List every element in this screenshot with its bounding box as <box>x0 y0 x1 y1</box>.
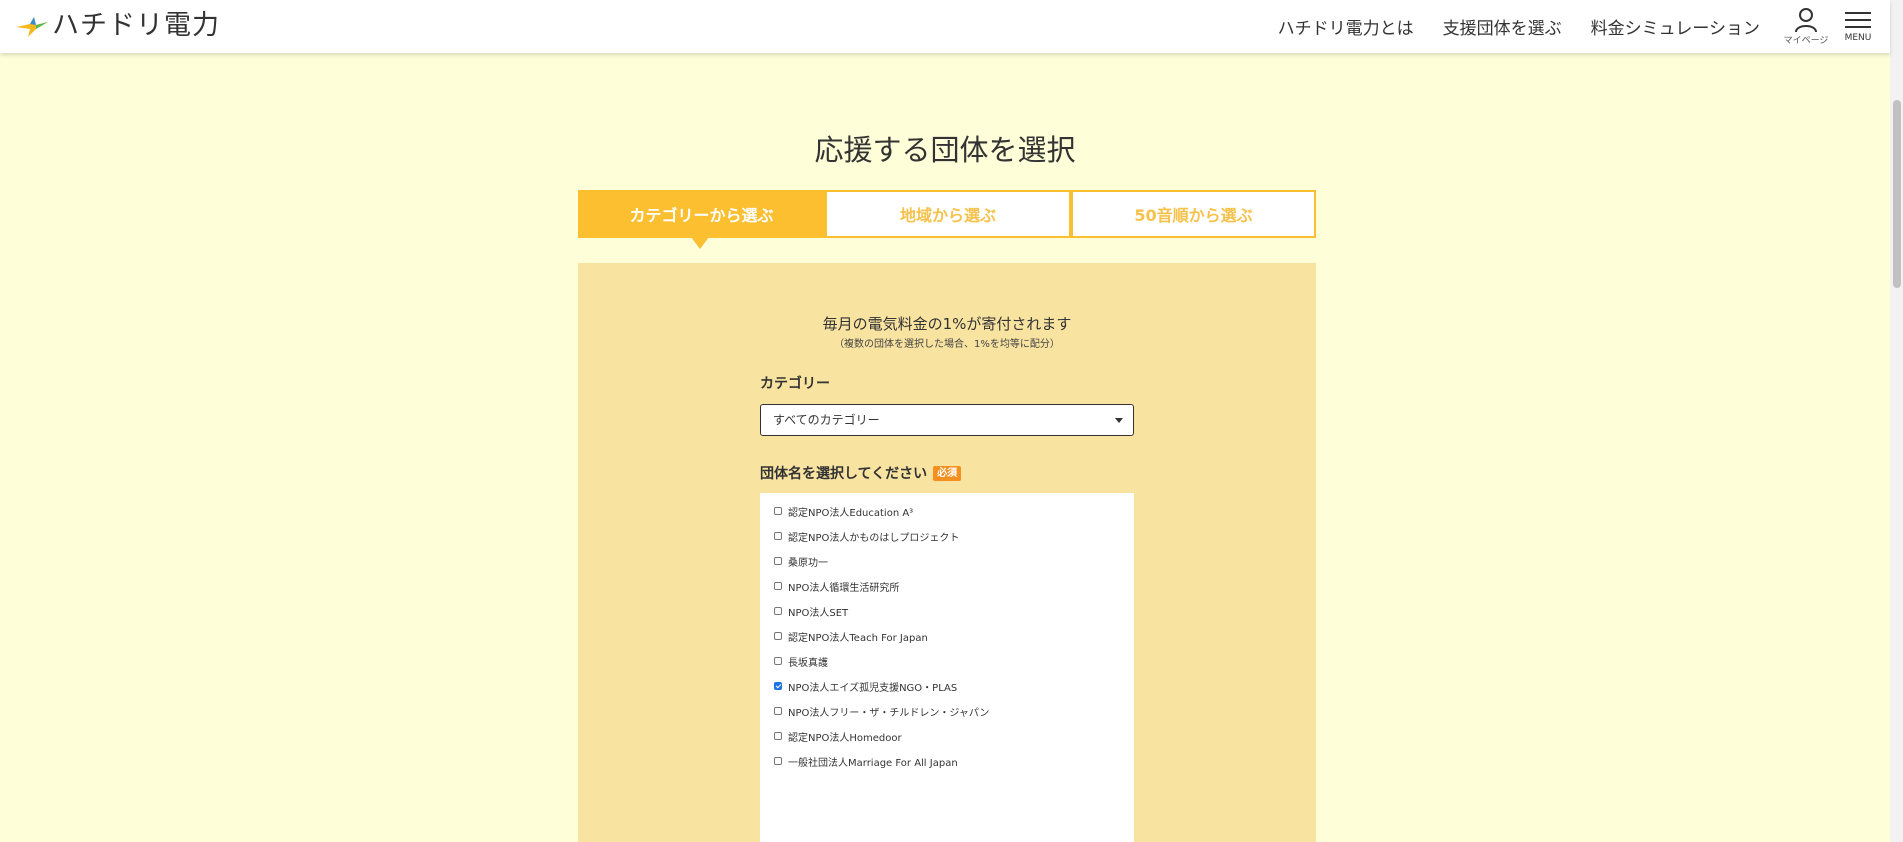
checkbox[interactable] <box>774 707 782 715</box>
hummingbird-logo-icon <box>16 17 48 37</box>
list-item[interactable]: 認定NPO法人Teach For Japan <box>774 626 928 646</box>
selection-panel: 毎月の電気料金の1%が寄付されます （複数の団体を選択した場合、1%を均等に配分… <box>578 263 1316 842</box>
organization-label: 団体名を選択してください 必須 <box>760 463 962 483</box>
list-item[interactable]: NPO法人エイズ孤児支援NGO・PLAS <box>774 676 957 696</box>
organization-label-text: 団体名を選択してください <box>760 466 928 482</box>
checkbox[interactable] <box>774 557 782 565</box>
tab-alphabetical[interactable]: 50音順から選ぶ <box>1071 190 1316 238</box>
list-item[interactable]: NPO法人フリー・ザ・チルドレン・ジャパン <box>774 701 989 721</box>
category-select-value: すべてのカテゴリー <box>773 413 880 427</box>
list-item[interactable]: NPO法人循環生活研究所 <box>774 576 899 596</box>
list-item[interactable]: 一般社団法人Marriage For All Japan <box>774 751 958 771</box>
required-badge: 必須 <box>933 465 962 481</box>
site-header: ハチドリ電力 ハチドリ電力とは 支援団体を選ぶ 料金シミュレーション マイページ… <box>0 0 1890 53</box>
scrollbar-thumb[interactable] <box>1893 100 1901 288</box>
category-label: カテゴリー <box>760 376 830 392</box>
checkbox[interactable] <box>774 632 782 640</box>
list-item-label: 認定NPO法人かものはしプロジェクト <box>788 532 960 544</box>
checkbox[interactable] <box>774 607 782 615</box>
mypage-label: マイページ <box>1783 36 1829 46</box>
main-nav: ハチドリ電力とは 支援団体を選ぶ 料金シミュレーション <box>1278 0 1760 53</box>
active-tab-arrow <box>691 237 709 249</box>
organization-list[interactable]: 認定NPO法人Education A³ 認定NPO法人かものはしプロジェクト 桑… <box>760 493 1134 842</box>
menu-label: MENU <box>1844 33 1872 43</box>
donation-note: （複数の団体を選択した場合、1%を均等に配分） <box>834 339 1060 350</box>
list-item[interactable]: 認定NPO法人Homedoor <box>774 726 902 746</box>
logo[interactable]: ハチドリ電力 <box>14 8 220 44</box>
list-item-label: 長坂真護 <box>788 657 828 669</box>
checkbox[interactable] <box>774 582 782 590</box>
list-item-label: NPO法人エイズ孤児支援NGO・PLAS <box>788 682 958 694</box>
list-item-label: 桑原功一 <box>788 557 828 569</box>
list-item[interactable]: 桑原功一 <box>774 551 828 571</box>
list-item-label: 認定NPO法人Teach For Japan <box>788 632 928 644</box>
nav-choose-organization[interactable]: 支援団体を選ぶ <box>1443 14 1562 39</box>
menu-button[interactable]: MENU <box>1840 12 1876 43</box>
checkbox-checked[interactable] <box>774 682 782 690</box>
mypage-button[interactable]: マイページ <box>1778 8 1834 46</box>
logo-text: ハチドリ電力 <box>52 10 220 41</box>
checkbox[interactable] <box>774 507 782 515</box>
hamburger-icon-bar <box>1845 26 1871 28</box>
tab-category[interactable]: カテゴリーから選ぶ <box>578 190 825 249</box>
checkbox[interactable] <box>774 532 782 540</box>
category-select[interactable]: すべてのカテゴリー <box>760 404 1134 436</box>
user-icon <box>1795 8 1817 32</box>
list-item[interactable]: 認定NPO法人かものはしプロジェクト <box>774 526 959 546</box>
donation-lead: 毎月の電気料金の1%が寄付されます <box>822 315 1072 333</box>
list-item-label: 認定NPO法人Homedoor <box>788 732 902 744</box>
list-item[interactable]: 長坂真護 <box>774 651 828 671</box>
nav-about[interactable]: ハチドリ電力とは <box>1278 14 1414 39</box>
list-item-label: NPO法人循環生活研究所 <box>788 582 900 594</box>
selection-tabs: カテゴリーから選ぶ 地域から選ぶ 50音順から選ぶ <box>578 190 1316 249</box>
list-item[interactable]: 認定NPO法人Education A³ <box>774 501 913 521</box>
tab-region[interactable]: 地域から選ぶ <box>825 190 1071 238</box>
tab-alphabetical-label: 50音順から選ぶ <box>1134 206 1253 225</box>
chevron-down-icon <box>1115 418 1123 423</box>
tab-category-label: カテゴリーから選ぶ <box>629 206 774 225</box>
checkbox[interactable] <box>774 757 782 765</box>
list-item-label: NPO法人SET <box>788 607 849 619</box>
list-item-label: NPO法人フリー・ザ・チルドレン・ジャパン <box>788 707 990 719</box>
hamburger-icon <box>1845 12 1871 14</box>
nav-price-simulation[interactable]: 料金シミュレーション <box>1591 14 1760 39</box>
checkbox[interactable] <box>774 657 782 665</box>
page-title: 応援する団体を選択 <box>814 133 1076 167</box>
hamburger-icon-bar <box>1845 19 1871 21</box>
list-item[interactable]: NPO法人SET <box>774 601 848 621</box>
tab-region-label: 地域から選ぶ <box>899 206 996 225</box>
checkbox[interactable] <box>774 732 782 740</box>
list-item-label: 一般社団法人Marriage For All Japan <box>788 757 958 769</box>
list-item-label: 認定NPO法人Education A³ <box>788 507 914 519</box>
